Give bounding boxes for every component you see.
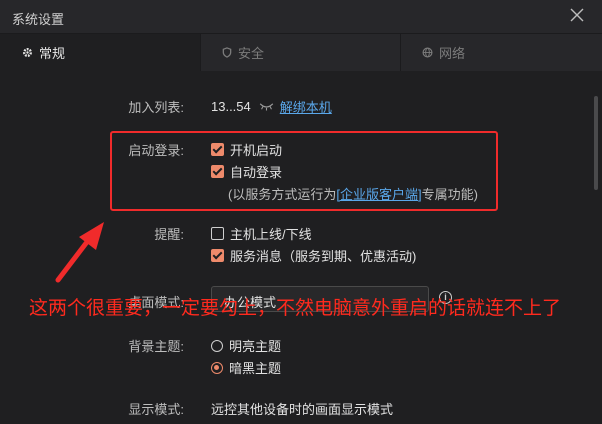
tab-network-label: 网络 — [439, 46, 466, 61]
close-icon[interactable] — [570, 8, 584, 22]
device-row: 13...54 解绑本机 — [211, 97, 332, 116]
annotation-text: 这两个很重要，一定要勾上，不然电脑意外重启的话就连不上了 — [29, 298, 562, 319]
window-title: 系统设置 — [12, 12, 65, 27]
light-theme-option[interactable]: 明亮主题 — [211, 336, 281, 355]
tab-general-label: 常规 — [39, 46, 66, 61]
shield-icon — [222, 47, 232, 58]
dark-theme-option[interactable]: 暗黑主题 — [211, 358, 281, 377]
reminder-label: 提醒: — [154, 227, 184, 242]
online-checkbox-row[interactable]: 主机上线/下线 — [211, 224, 312, 243]
title-bar: 系统设置 — [0, 0, 602, 33]
light-theme-radio[interactable] — [211, 339, 223, 352]
display-mode-label: 显示模式: — [128, 402, 184, 417]
device-id: 13...54 — [211, 99, 251, 114]
tab-bar: 常规 安全 网络 — [0, 33, 602, 71]
unbind-link[interactable]: 解绑本机 — [280, 97, 332, 116]
online-label: 主机上线/下线 — [230, 227, 312, 242]
display-mode-value: 远控其他设备时的画面显示模式 — [211, 402, 394, 417]
globe-icon — [422, 47, 433, 58]
tab-security[interactable]: 安全 — [200, 34, 400, 71]
dark-theme-label: 暗黑主题 — [229, 361, 282, 376]
tab-network[interactable]: 网络 — [400, 34, 602, 71]
annotation-highlight-box — [110, 131, 498, 211]
online-checkbox[interactable] — [211, 227, 224, 240]
light-theme-label: 明亮主题 — [229, 339, 282, 354]
theme-label: 背景主题: — [128, 339, 184, 354]
eye-closed-icon[interactable] — [259, 102, 274, 111]
display-mode-row: 远控其他设备时的画面显示模式 — [211, 399, 393, 418]
dark-theme-radio[interactable] — [211, 361, 223, 374]
scrollbar[interactable] — [594, 96, 598, 190]
service-checkbox[interactable] — [211, 249, 224, 262]
gear-icon — [23, 48, 32, 57]
service-checkbox-row[interactable]: 服务消息（服务到期、优惠活动) — [211, 246, 416, 265]
service-label: 服务消息（服务到期、优惠活动) — [230, 249, 417, 264]
tab-security-label: 安全 — [238, 46, 265, 61]
device-label: 加入列表: — [128, 100, 184, 115]
tab-general[interactable]: 常规 — [0, 34, 200, 71]
